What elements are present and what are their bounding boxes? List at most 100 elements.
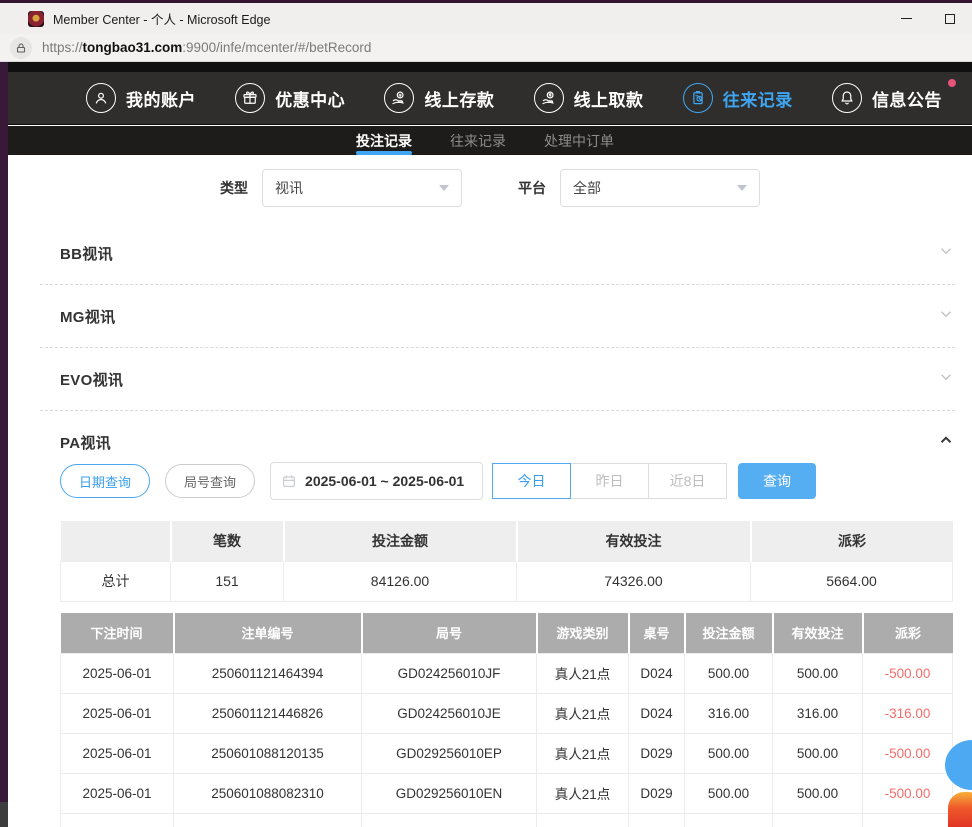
cell: 250601088120135 (174, 733, 362, 773)
accordion-title: MG视讯 (40, 306, 115, 327)
quick-range-group: 今日 昨日 近8日 (492, 463, 727, 499)
cell: 316.00 (773, 693, 863, 733)
cell: D029 (629, 733, 685, 773)
browser-titlebar: Member Center - 个人 - Microsoft Edge (0, 3, 972, 34)
url-text[interactable]: https://tongbao31.com:9900/infe/mcenter/… (42, 40, 371, 55)
nav-item-my-account[interactable]: 我的账户 (86, 83, 196, 113)
nav-item-online-deposit[interactable]: 线上存款 (384, 83, 494, 113)
window-controls (884, 3, 972, 34)
yesterday-button[interactable]: 昨日 (570, 463, 649, 499)
minimize-icon (901, 18, 912, 19)
cell: GD029256010EN (362, 773, 537, 813)
url-domain: tongbao31.com (83, 40, 183, 55)
date-query-button[interactable]: 日期查询 (60, 464, 150, 498)
tab-bet-records[interactable]: 投注记录 (356, 126, 412, 155)
cell: 真人21点 (537, 733, 629, 773)
table-row-partial (61, 813, 953, 827)
summary-cell: 151 (171, 561, 284, 601)
cell: GD024256010JF (362, 653, 537, 693)
cell: 真人21点 (537, 693, 629, 733)
nav-label: 线上存款 (424, 86, 494, 111)
withdraw-hand-coin-icon (534, 83, 564, 113)
url-path: :9900/infe/mcenter/#/betRecord (182, 40, 371, 55)
promo-mascot-widget[interactable] (948, 792, 972, 827)
detail-header: 投注金额 (685, 613, 773, 653)
cell: 2025-06-01 (61, 653, 174, 693)
maximize-button[interactable] (928, 3, 972, 34)
type-filter-label: 类型 (220, 178, 248, 198)
url-scheme: https:// (42, 40, 83, 55)
type-select-value: 视讯 (275, 178, 439, 198)
nav-item-announcements[interactable]: 信息公告 (832, 83, 942, 113)
date-range-value: 2025-06-01 ~ 2025-06-01 (305, 473, 464, 489)
nav-item-promotions[interactable]: 优惠中心 (235, 83, 345, 113)
accordion-bb[interactable]: BB视讯 (40, 222, 955, 285)
address-bar[interactable]: https://tongbao31.com:9900/infe/mcenter/… (0, 34, 972, 62)
cell: D024 (629, 693, 685, 733)
user-icon (86, 83, 116, 113)
cell (685, 813, 773, 827)
date-range-input[interactable]: 2025-06-01 ~ 2025-06-01 (270, 462, 483, 500)
nav-label: 线上取款 (574, 86, 644, 111)
detail-header: 派彩 (863, 613, 953, 653)
accordion-mg[interactable]: MG视讯 (40, 285, 955, 348)
round-query-button[interactable]: 局号查询 (165, 464, 255, 498)
detail-header: 游戏类别 (537, 613, 629, 653)
cell: 真人21点 (537, 653, 629, 693)
site-favicon (28, 11, 44, 27)
cell: 250601121464394 (174, 653, 362, 693)
bet-detail-table: 下注时间 注单编号 局号 游戏类别 桌号 投注金额 有效投注 派彩 2025-0… (60, 613, 953, 827)
cell: 500.00 (773, 773, 863, 813)
tab-transaction-records[interactable]: 往来记录 (450, 126, 506, 155)
detail-header: 局号 (362, 613, 537, 653)
records-clipboard-clock-icon (683, 83, 713, 113)
calendar-icon (281, 473, 297, 489)
cell: 316.00 (685, 693, 773, 733)
platform-select-value: 全部 (573, 178, 737, 198)
detail-header: 有效投注 (773, 613, 863, 653)
search-button[interactable]: 查询 (738, 463, 816, 499)
cell: -500.00 (863, 733, 953, 773)
summary-header: 投注金额 (284, 521, 517, 561)
type-select[interactable]: 视讯 (262, 169, 462, 207)
chevron-down-icon (937, 368, 955, 391)
cell (863, 813, 953, 827)
detail-header: 桌号 (629, 613, 685, 653)
lock-icon[interactable] (10, 37, 32, 59)
detail-header: 注单编号 (174, 613, 362, 653)
cell (629, 813, 685, 827)
cell: 500.00 (685, 653, 773, 693)
summary-table: 笔数 投注金额 有效投注 派彩 总计 151 84126.00 74326.00… (60, 521, 953, 602)
summary-total-row: 总计 151 84126.00 74326.00 5664.00 (61, 561, 953, 601)
summary-header-row: 笔数 投注金额 有效投注 派彩 (61, 521, 953, 561)
cell: 250601121446826 (174, 693, 362, 733)
today-button[interactable]: 今日 (492, 463, 571, 499)
nav-label: 我的账户 (126, 86, 196, 111)
nav-label: 往来记录 (723, 86, 793, 111)
main-navbar: 我的账户 优惠中心 线上存款 线上取款 往来记录 信息公告 (8, 72, 972, 125)
cell (362, 813, 537, 827)
page-top-strip (0, 62, 972, 72)
minimize-button[interactable] (884, 3, 928, 34)
platform-select[interactable]: 全部 (560, 169, 760, 207)
table-row: 2025-06-01250601121446826GD024256010JE真人… (61, 693, 953, 733)
summary-header (61, 521, 171, 561)
accordion-title: EVO视讯 (40, 369, 123, 390)
deposit-hand-coin-icon (384, 83, 414, 113)
accordion-evo[interactable]: EVO视讯 (40, 348, 955, 411)
tab-pending-orders[interactable]: 处理中订单 (544, 126, 614, 155)
cell: GD029256010EP (362, 733, 537, 773)
last-8-days-button[interactable]: 近8日 (648, 463, 727, 499)
cell: D029 (629, 773, 685, 813)
gift-icon (235, 83, 265, 113)
detail-header: 下注时间 (61, 613, 174, 653)
nav-label: 信息公告 (872, 86, 942, 111)
nav-item-online-withdraw[interactable]: 线上取款 (534, 83, 644, 113)
main-content: 类型 视讯 平台 全部 BB视讯 MG视讯 EVO视讯 (8, 155, 972, 827)
maximize-icon (945, 14, 955, 24)
chevron-down-icon (937, 305, 955, 328)
platform-filter-label: 平台 (518, 178, 546, 198)
bell-icon (832, 83, 862, 113)
nav-item-transaction-records[interactable]: 往来记录 (683, 83, 793, 113)
summary-cell: 5664.00 (751, 561, 953, 601)
